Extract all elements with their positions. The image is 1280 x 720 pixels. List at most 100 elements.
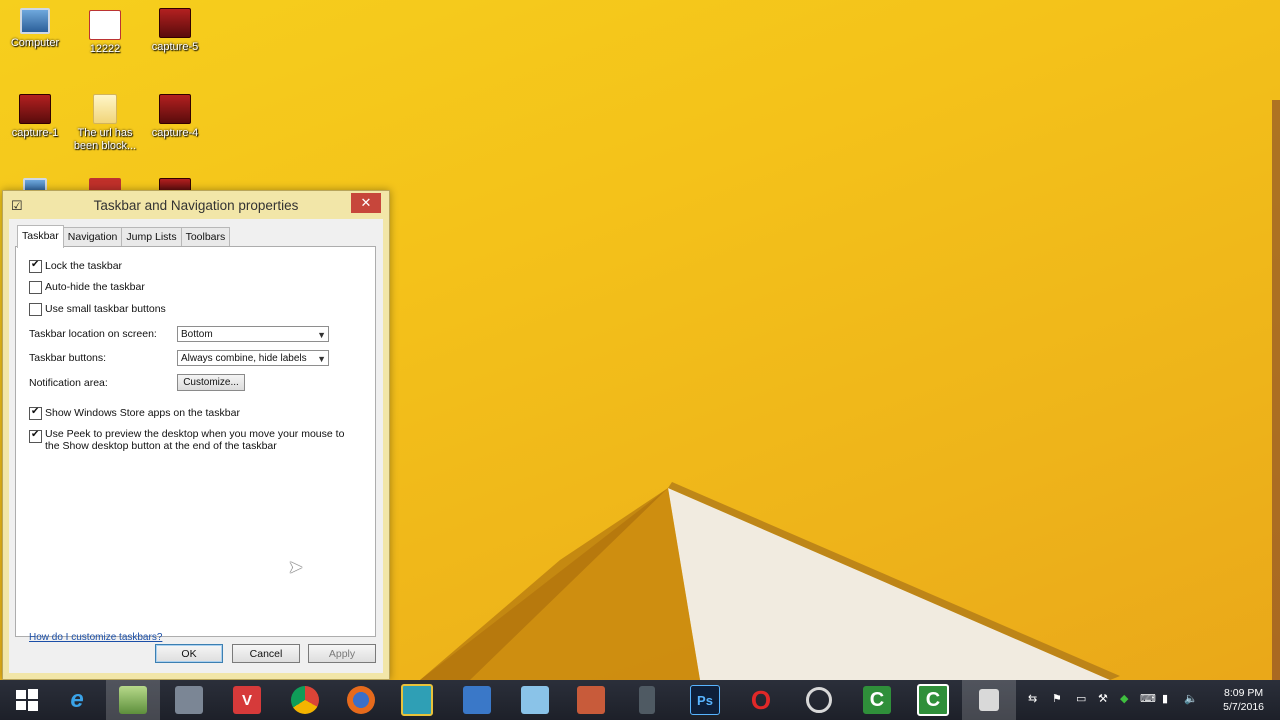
- photoshop-icon: Ps: [690, 685, 720, 715]
- sync-app-icon: [806, 687, 832, 713]
- monitor-tray-icon[interactable]: ▭: [1076, 692, 1086, 705]
- taskbar-opera[interactable]: O: [734, 680, 788, 720]
- desktop-icon-label: The url has been block...: [73, 127, 137, 152]
- desktop-icon-label: 12222: [89, 43, 121, 55]
- small-buttons-checkbox[interactable]: [29, 303, 42, 316]
- taskbar-network-app[interactable]: [450, 680, 504, 720]
- tab-strip: Taskbar Navigation Jump Lists Toolbars: [17, 225, 231, 248]
- file-icon: [93, 94, 117, 124]
- desktop-icon-label: capture-5: [151, 41, 199, 53]
- lock-taskbar-checkbox[interactable]: [29, 259, 42, 273]
- camtasia-recorder-icon: C: [917, 684, 949, 716]
- taskbar-file-explorer[interactable]: [106, 680, 160, 720]
- folder-icon: [175, 686, 203, 714]
- tool-tray-icon[interactable]: ⚒: [1098, 692, 1108, 705]
- taskbar-chrome[interactable]: [278, 680, 332, 720]
- taskbar-phone-app[interactable]: [620, 680, 674, 720]
- taskbar-folder[interactable]: [162, 680, 216, 720]
- location-select-value: Bottom: [181, 329, 213, 340]
- document-icon: [89, 10, 121, 40]
- desktop-icon-12222[interactable]: 12222: [73, 10, 137, 56]
- network-signal-icon[interactable]: ▮: [1162, 692, 1168, 705]
- settings-window-icon: [979, 689, 999, 711]
- location-label: Taskbar location on screen:: [29, 328, 157, 340]
- desktop-icon-capture-4[interactable]: capture-4: [143, 94, 207, 140]
- store-apps-option[interactable]: Show Windows Store apps on the taskbar: [29, 406, 240, 420]
- mouse-cursor-icon: ➤: [288, 557, 304, 577]
- photo-app-icon: [401, 684, 433, 716]
- flag-tray-icon[interactable]: ⚑: [1052, 692, 1062, 705]
- taskbar-tab-panel: Lock the taskbar Auto-hide the taskbar U…: [15, 246, 376, 643]
- camtasia-icon: C: [863, 686, 891, 714]
- taskbar: e V Ps O C C ⇆ ⚑ ▭ ⚒ ◆ ⌨ ▮ 🔈 8:09 PM 5/7…: [0, 680, 1280, 720]
- taskbar-photo-app[interactable]: [390, 680, 444, 720]
- phone-app-icon: [639, 686, 655, 714]
- taskbar-firefox[interactable]: [334, 680, 388, 720]
- video-file-icon: [159, 94, 191, 124]
- help-link[interactable]: How do I customize taskbars?: [29, 632, 162, 643]
- taskbar-camtasia-recorder[interactable]: C: [906, 680, 960, 720]
- windows-start-icon: [16, 689, 38, 711]
- taskbar-buttons-select-value: Always combine, hide labels: [181, 353, 307, 364]
- tab-navigation[interactable]: Navigation: [62, 227, 123, 246]
- tab-toolbars[interactable]: Toolbars: [180, 227, 231, 246]
- video-file-icon: [19, 94, 51, 124]
- auto-hide-checkbox[interactable]: [29, 281, 42, 294]
- taskbar-sync-app[interactable]: [792, 680, 846, 720]
- taskbar-properties-dialog: ☑ Taskbar and Navigation properties ✕ Ta…: [2, 190, 390, 680]
- tab-taskbar[interactable]: Taskbar: [17, 225, 64, 248]
- volume-icon[interactable]: 🔈: [1184, 692, 1198, 705]
- file-explorer-icon: [119, 686, 147, 714]
- taskbar-paint-app[interactable]: [564, 680, 618, 720]
- taskbar-bird-app[interactable]: [508, 680, 562, 720]
- taskbar-buttons-label: Taskbar buttons:: [29, 352, 107, 364]
- peek-option[interactable]: Use Peek to preview the desktop when you…: [29, 428, 359, 452]
- video-file-icon: [159, 8, 191, 38]
- taskbar-camtasia[interactable]: C: [850, 680, 904, 720]
- location-select[interactable]: Bottom ▼: [177, 326, 329, 342]
- desktop-icon-label: capture-1: [11, 127, 59, 139]
- desktop-icon-url-blocked[interactable]: The url has been block...: [73, 94, 137, 153]
- close-button[interactable]: ✕: [351, 193, 381, 213]
- desktop-icon-computer[interactable]: Computer: [3, 8, 67, 50]
- customize-button[interactable]: Customize...: [177, 374, 245, 391]
- people-tray-icon[interactable]: ⇆: [1028, 692, 1037, 705]
- peek-checkbox[interactable]: [29, 429, 42, 443]
- taskbar-photoshop[interactable]: Ps: [678, 680, 732, 720]
- peek-label: Use Peek to preview the desktop when you…: [45, 428, 345, 452]
- desktop-icon-capture-5[interactable]: capture-5: [143, 8, 207, 54]
- dialog-title: Taskbar and Navigation properties: [93, 198, 299, 213]
- store-apps-checkbox[interactable]: [29, 406, 42, 420]
- notification-area-label: Notification area:: [29, 377, 108, 389]
- bird-app-icon: [521, 686, 549, 714]
- tab-jump-lists[interactable]: Jump Lists: [121, 227, 182, 246]
- paint-app-icon: [577, 686, 605, 714]
- start-button[interactable]: [0, 680, 54, 720]
- cancel-button[interactable]: Cancel: [232, 644, 300, 663]
- small-buttons-option[interactable]: Use small taskbar buttons: [29, 303, 166, 316]
- clock-date: 5/7/2016: [1223, 701, 1264, 713]
- system-clock[interactable]: 8:09 PM 5/7/2016: [1223, 686, 1264, 714]
- small-buttons-label: Use small taskbar buttons: [45, 303, 166, 315]
- firefox-icon: [347, 686, 375, 714]
- chevron-down-icon: ▼: [317, 330, 326, 340]
- keyboard-tray-icon[interactable]: ⌨: [1140, 692, 1156, 705]
- lock-taskbar-option[interactable]: Lock the taskbar: [29, 259, 122, 273]
- opera-icon: O: [750, 684, 772, 715]
- ok-button[interactable]: OK: [155, 644, 223, 663]
- desktop-icon-label: Computer: [10, 37, 60, 49]
- shield-tray-icon[interactable]: ◆: [1120, 692, 1128, 705]
- auto-hide-option[interactable]: Auto-hide the taskbar: [29, 281, 145, 294]
- dialog-client-area: Taskbar Navigation Jump Lists Toolbars L…: [9, 219, 383, 673]
- taskbar-settings-window[interactable]: [962, 680, 1016, 720]
- desktop-icon-capture-1[interactable]: capture-1: [3, 94, 67, 140]
- taskbar-internet-explorer[interactable]: e: [50, 680, 104, 720]
- desktop-icon-label: capture-4: [151, 127, 199, 139]
- dialog-titlebar[interactable]: ☑ Taskbar and Navigation properties ✕: [3, 191, 389, 219]
- apply-button[interactable]: Apply: [308, 644, 376, 663]
- clock-time: 8:09 PM: [1224, 687, 1264, 699]
- internet-explorer-icon: e: [70, 686, 84, 713]
- taskbar-vivaldi[interactable]: V: [220, 680, 274, 720]
- taskbar-buttons-select[interactable]: Always combine, hide labels ▼: [177, 350, 329, 366]
- chrome-icon: [291, 686, 319, 714]
